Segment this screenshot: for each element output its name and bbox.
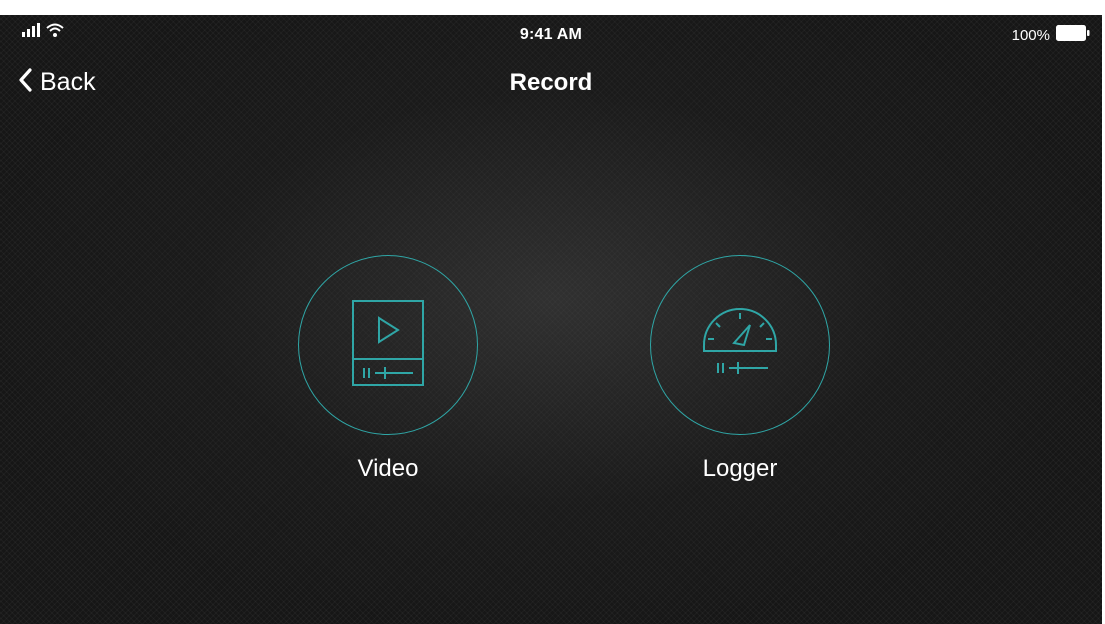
record-screen: 9:41 AM 100% Back Record Video Logger — [0, 0, 1105, 624]
top-edge — [0, 0, 1105, 15]
logger-ring[interactable] — [650, 255, 830, 435]
page-title: Record — [509, 69, 593, 96]
video-option-button[interactable]: Video — [297, 255, 479, 483]
logger-option-button[interactable]: Logger — [649, 255, 831, 483]
video-label: Video — [357, 455, 419, 482]
status-time: 9:41 AM — [519, 26, 583, 43]
status-bar: 9:41 AM 100% — [0, 15, 1102, 55]
battery-percent: 100% — [1011, 27, 1050, 44]
logger-label: Logger — [702, 455, 778, 482]
speedometer-icon — [698, 303, 782, 388]
video-ring[interactable] — [298, 255, 478, 435]
battery-icon — [1056, 25, 1090, 46]
video-player-icon — [350, 298, 426, 393]
navigation-bar: Back Record — [0, 58, 1102, 102]
status-right: 100% — [1012, 25, 1090, 46]
